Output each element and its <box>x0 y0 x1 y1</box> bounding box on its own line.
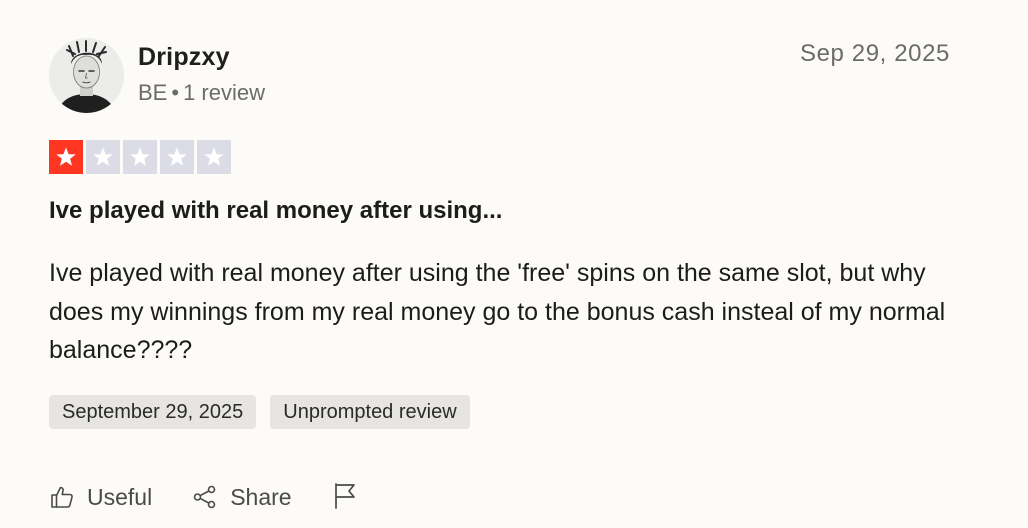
useful-label: Useful <box>87 483 153 510</box>
author-name[interactable]: Dripzxy <box>138 40 265 74</box>
author-avatar[interactable] <box>49 38 124 113</box>
flag-icon <box>334 482 355 509</box>
review-type-tag[interactable]: Unprompted review <box>270 395 470 429</box>
review-card: Dripzxy BE • 1 review Sep 29, 2025 Ive pla… <box>0 0 1028 528</box>
review-body: Ive played with real money after using t… <box>49 259 946 364</box>
share-label: Share <box>230 483 292 510</box>
star-rating <box>49 140 231 174</box>
thumbs-up-icon <box>51 486 73 508</box>
star-icon <box>93 147 113 166</box>
star-icon <box>167 147 187 166</box>
author-review-count: 1 review <box>183 80 265 105</box>
star-4 <box>160 140 194 174</box>
meta-separator: • <box>171 80 180 105</box>
author-country: BE <box>138 80 168 105</box>
review-header: Dripzxy BE • 1 review Sep 29, 2025 <box>49 38 950 114</box>
review-tags: September 29, 2025 Unprompted review <box>49 395 470 429</box>
share-button[interactable]: Share <box>192 483 292 511</box>
review-title[interactable]: Ive played with real money after using..… <box>49 194 502 228</box>
useful-button[interactable]: Useful <box>49 484 152 511</box>
user-avatar-icon <box>49 38 124 113</box>
share-icon <box>193 485 216 509</box>
experience-date-tag: September 29, 2025 <box>49 395 257 429</box>
star-1 <box>49 140 83 174</box>
star-icon <box>130 147 150 166</box>
star-icon <box>56 147 76 166</box>
review-date: Sep 29, 2025 <box>800 40 950 67</box>
star-icon <box>204 147 224 166</box>
star-3 <box>123 140 157 174</box>
author-info: Dripzxy BE • 1 review <box>138 40 265 110</box>
author-meta: BE • 1 review <box>138 76 265 110</box>
review-actions: Useful Share <box>49 478 358 516</box>
report-button[interactable] <box>332 481 358 514</box>
star-5 <box>197 140 231 174</box>
star-2 <box>86 140 120 174</box>
